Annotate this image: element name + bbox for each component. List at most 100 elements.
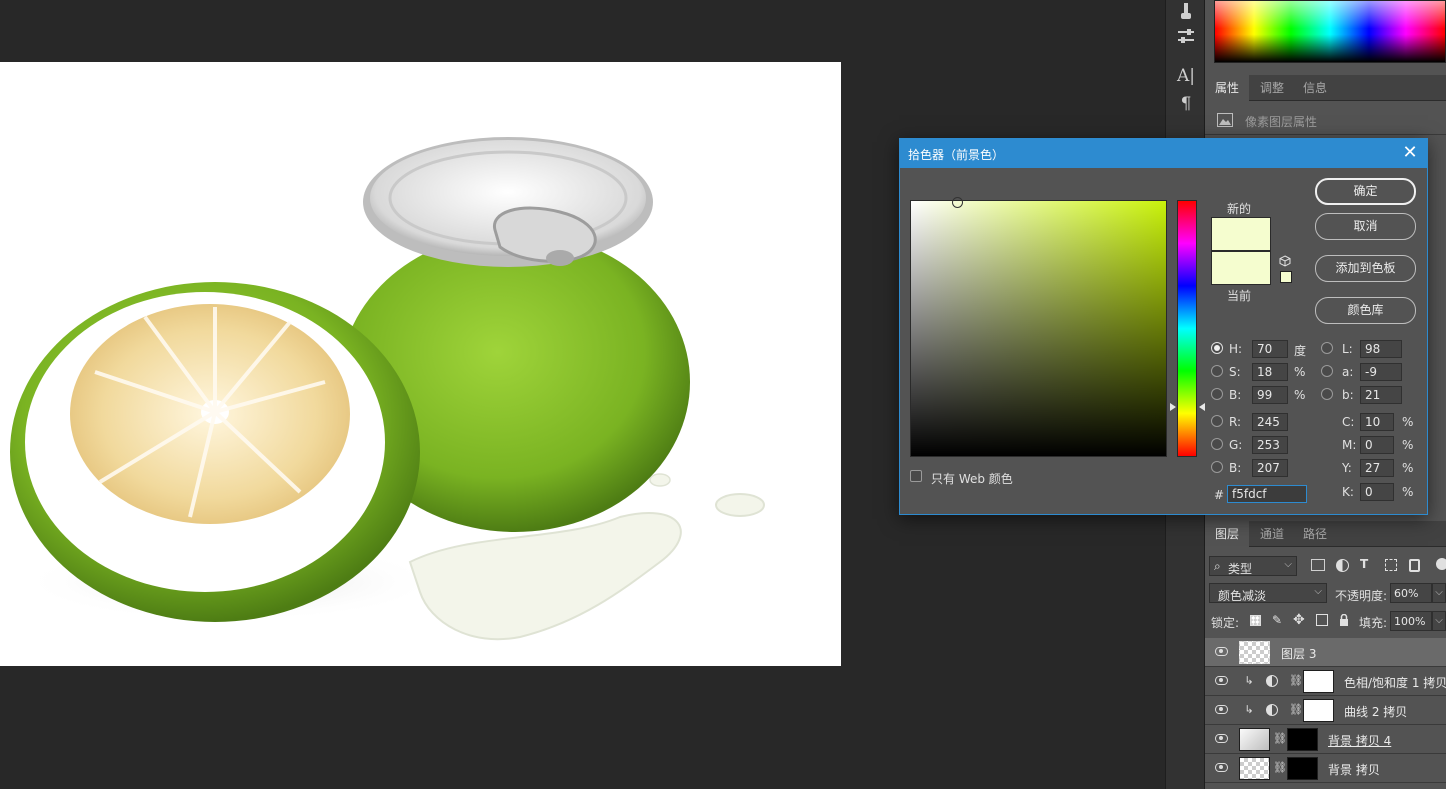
properties-tabbar: 属性 调整 信息 [1205,75,1446,101]
saturation-input[interactable]: 18 [1252,363,1288,381]
filter-toggle-icon[interactable] [1436,558,1446,570]
green-label: G: [1229,438,1243,452]
chain-link-icon: ⛓ [1289,674,1303,687]
hue-input[interactable]: 70 [1252,340,1288,358]
green-radio[interactable] [1211,438,1223,450]
green-input[interactable]: 253 [1252,436,1288,454]
adjustment-filter-icon[interactable] [1336,559,1349,572]
fill-value: 100% [1394,615,1426,628]
blue-radio[interactable] [1211,461,1223,473]
lab-b-input[interactable]: 21 [1360,386,1402,404]
tab-layers[interactable]: 图层 [1205,521,1250,547]
brightness-radio[interactable] [1211,388,1223,400]
yellow-label: Y: [1342,461,1352,475]
cancel-button[interactable]: 取消 [1315,213,1416,240]
visibility-eye-icon[interactable] [1215,647,1228,656]
visibility-eye-icon[interactable] [1215,676,1228,685]
add-to-swatches-button[interactable]: 添加到色板 [1315,255,1416,282]
color-spectrum[interactable] [1214,0,1446,63]
magenta-unit: % [1402,438,1414,452]
visibility-eye-icon[interactable] [1215,734,1228,743]
chain-link-icon: ⛓ [1273,761,1287,774]
layer-row[interactable]: ⛓ 背景 拷贝 4 [1205,725,1446,754]
image-filter-icon[interactable] [1311,559,1325,571]
tab-adjustments[interactable]: 调整 [1250,75,1294,101]
opacity-dropdown-icon[interactable]: ⌵ [1432,583,1446,603]
red-radio[interactable] [1211,415,1223,427]
layer-row[interactable]: 图层 3 [1205,638,1446,667]
opacity-value: 60% [1394,587,1419,600]
black-input[interactable]: 0 [1360,483,1394,501]
search-icon: ⌕ [1214,559,1221,573]
lock-all-icon[interactable] [1339,613,1349,626]
fill-input[interactable]: 100% [1390,611,1432,631]
lock-artboard-icon[interactable] [1316,614,1328,626]
web-safe-swatch[interactable] [1280,271,1292,283]
saturation-radio[interactable] [1211,365,1223,377]
opacity-input[interactable]: 60% [1390,583,1432,603]
tab-paths[interactable]: 路径 [1293,521,1337,547]
cyan-input[interactable]: 10 [1360,413,1394,431]
layer-name: 背景 拷贝 [1328,763,1380,777]
layer-row[interactable]: ↳ ⛓ 曲线 2 拷贝 [1205,696,1446,725]
clipping-arrow-icon: ↳ [1244,703,1254,716]
saturation-label: S: [1229,365,1241,379]
smart-object-filter-icon[interactable] [1409,559,1420,572]
layer-row[interactable]: ⛓ 背景 拷贝 [1205,754,1446,783]
cube-warning-icon[interactable] [1279,255,1291,267]
yellow-input[interactable]: 27 [1360,459,1394,477]
hue-slider[interactable] [1177,200,1197,457]
lab-a-radio[interactable] [1321,365,1333,377]
lock-transparent-icon[interactable] [1250,615,1261,626]
brightness-input[interactable]: 99 [1252,386,1288,404]
web-colors-label: 只有 Web 颜色 [931,472,1013,486]
yellow-unit: % [1402,461,1414,475]
layer-name: 曲线 2 拷贝 [1344,705,1408,719]
layer-thumbnail [1239,728,1270,751]
lab-l-radio[interactable] [1321,342,1333,354]
ok-button[interactable]: 确定 [1315,178,1416,205]
document-canvas[interactable] [0,62,841,666]
type-filter-icon[interactable]: T [1360,557,1368,571]
hue-arrow-right-icon[interactable] [1199,403,1205,411]
red-label: R: [1229,415,1242,429]
layer-thumbnail [1239,641,1270,664]
layer-filter-select[interactable]: ⌕ 类型 ⌵ [1209,556,1297,576]
brush-settings-icon[interactable] [1174,0,1198,24]
magenta-input[interactable]: 0 [1360,436,1394,454]
web-colors-checkbox[interactable] [910,470,922,482]
visibility-eye-icon[interactable] [1215,705,1228,714]
fill-dropdown-icon[interactable]: ⌵ [1432,611,1446,631]
color-cursor[interactable] [952,197,963,208]
cyan-unit: % [1402,415,1414,429]
lab-l-input[interactable]: 98 [1360,340,1402,358]
tab-info[interactable]: 信息 [1293,75,1337,101]
hue-arrow-left-icon[interactable] [1170,403,1176,411]
layer-row[interactable]: ↳ ⛓ 色相/饱和度 1 拷贝 [1205,667,1446,696]
lab-a-input[interactable]: -9 [1360,363,1402,381]
red-input[interactable]: 245 [1252,413,1288,431]
blend-mode-select[interactable]: 颜色减淡 ⌵ [1209,583,1327,603]
new-color-swatch [1211,217,1271,251]
close-icon[interactable]: ✕ [1399,142,1421,164]
lock-position-icon[interactable]: ✥ [1293,612,1305,628]
saturation-brightness-field[interactable] [910,197,1167,457]
current-color-swatch[interactable] [1211,251,1271,285]
hue-label: H: [1229,342,1243,356]
blue-input[interactable]: 207 [1252,459,1288,477]
layer-name: 图层 3 [1281,647,1317,661]
dialog-titlebar[interactable]: 拾色器（前景色） ✕ [900,139,1427,168]
tab-properties[interactable]: 属性 [1205,75,1250,101]
character-icon[interactable]: A| [1174,64,1198,88]
paragraph-icon[interactable]: ¶ [1174,92,1198,116]
lock-image-icon[interactable]: ✎ [1272,613,1282,627]
hex-input[interactable]: f5fdcf [1227,485,1307,503]
hue-radio[interactable] [1211,342,1223,354]
adjust-sliders-icon[interactable] [1174,24,1198,48]
shape-filter-icon[interactable] [1385,559,1397,571]
lab-b-radio[interactable] [1321,388,1333,400]
lab-l-label: L: [1342,342,1353,356]
visibility-eye-icon[interactable] [1215,763,1228,772]
color-libraries-button[interactable]: 颜色库 [1315,297,1416,324]
tab-channels[interactable]: 通道 [1250,521,1294,547]
